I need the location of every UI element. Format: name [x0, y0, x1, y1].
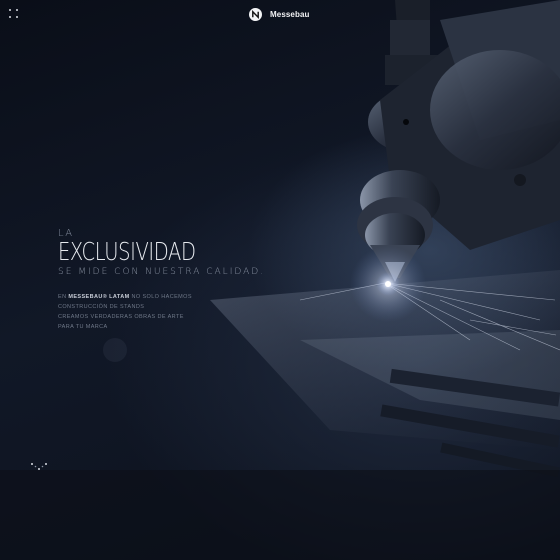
description-line-3: CREAMOS VERDADERAS OBRAS DE ARTE: [58, 314, 184, 320]
hero-headline: EXCLUSIVIDAD: [58, 237, 196, 266]
hero-description: EN MESSEBAU® LATAM NO SOLO HACEMOS CONST…: [58, 292, 208, 332]
n-logo-icon: [249, 8, 262, 21]
description-line-1: EN MESSEBAU® LATAM NO SOLO HACEMOS: [58, 294, 192, 300]
brand-mention: MESSEBAU® LATAM: [68, 294, 130, 300]
scroll-down-button[interactable]: [30, 460, 48, 472]
description-line-4: PARA TU MARCA: [58, 324, 108, 330]
brand-logo[interactable]: Messebau: [249, 8, 309, 21]
chevron-dots-down-icon: [31, 463, 47, 470]
grid-dots-icon: [9, 9, 11, 11]
laser-cutter-image: [0, 0, 560, 560]
hero-copy: LA EXCLUSIVIDAD SE MIDE CON NUESTRA CALI…: [58, 228, 265, 277]
description-line-2: CONSTRUCCIÓN DE STANDS: [58, 304, 145, 310]
hero-subline: SE MIDE CON NUESTRA CALIDAD.: [58, 267, 266, 277]
hero-section: [0, 0, 560, 560]
brand-name: Messebau: [270, 10, 310, 19]
menu-button[interactable]: [9, 9, 19, 19]
